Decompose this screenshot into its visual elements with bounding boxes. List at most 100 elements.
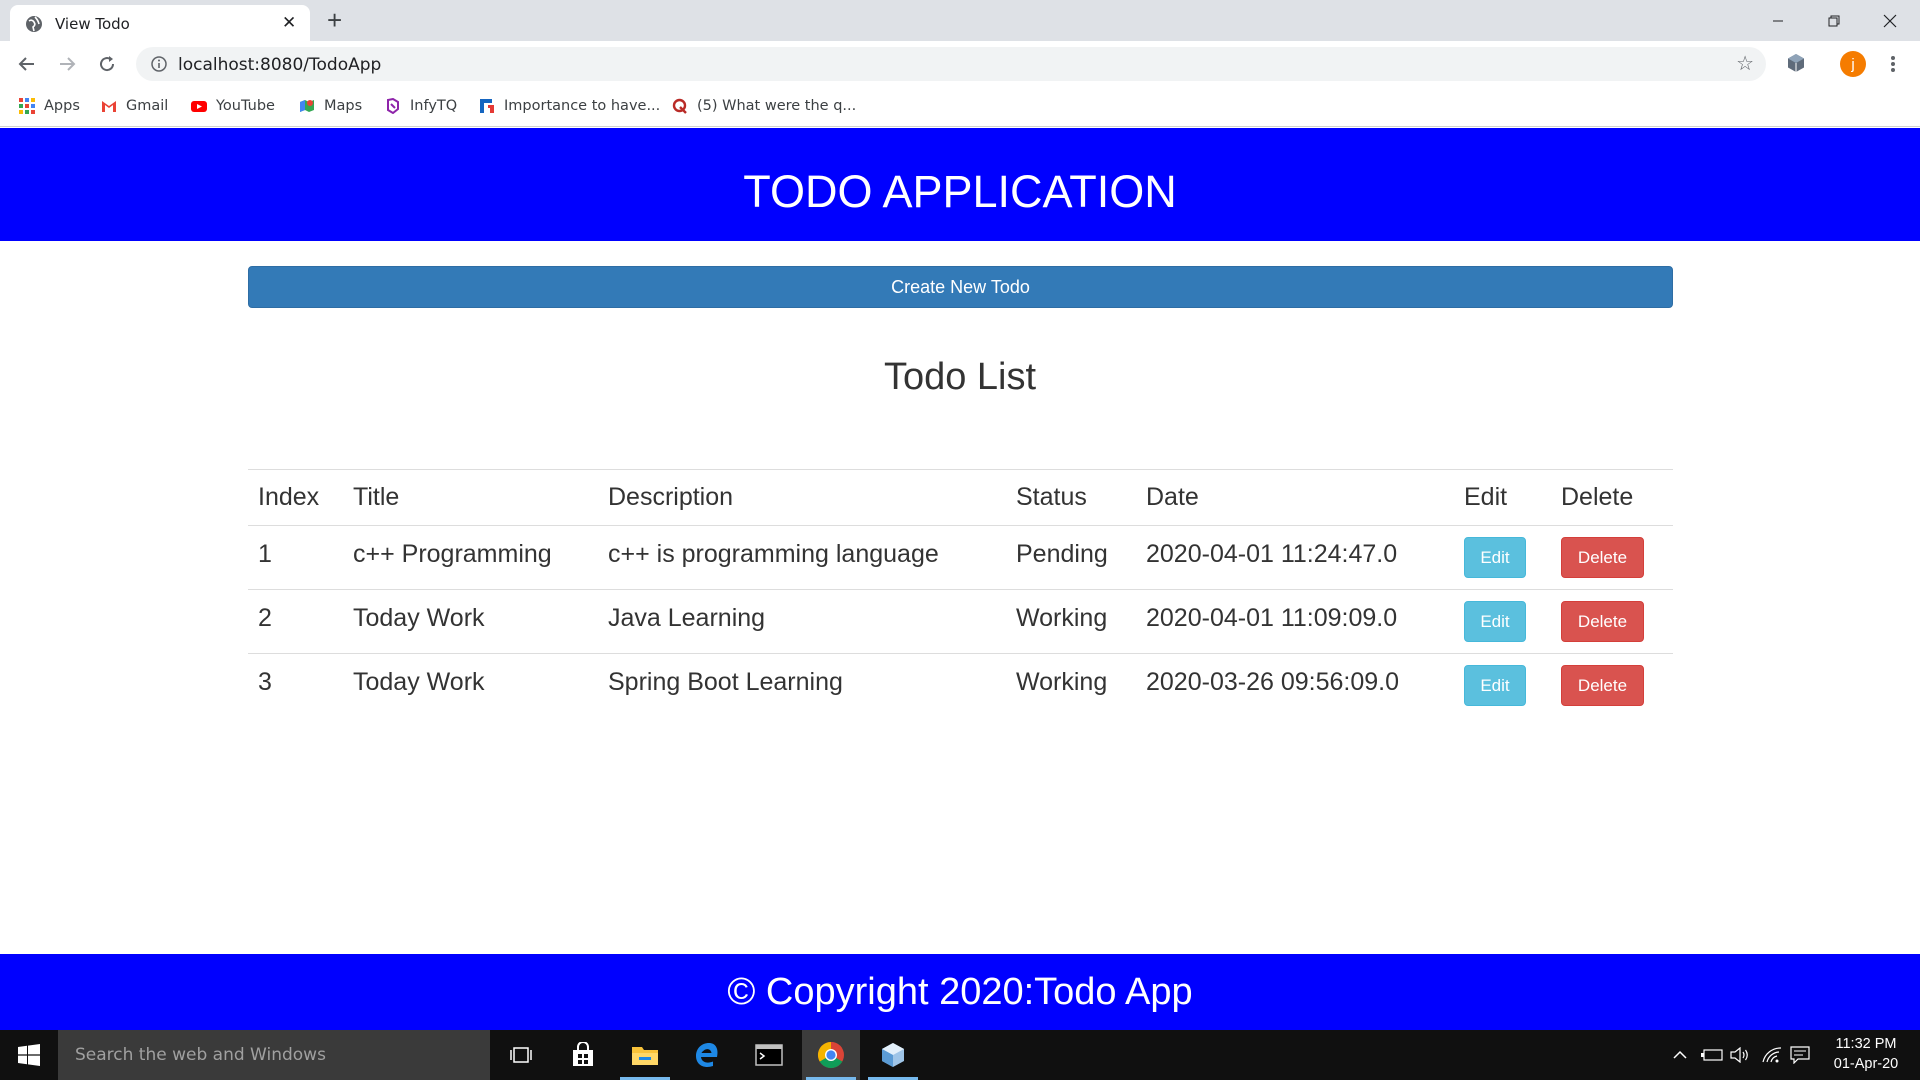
virtualbox-icon[interactable] — [864, 1030, 922, 1080]
quora-icon — [672, 98, 687, 114]
bookmarks-bar: Apps Gmail YouTube Maps InfyTQ Importanc… — [0, 87, 1920, 127]
cell-edit: Edit — [1454, 525, 1551, 590]
todo-table: Index Title Description Status Date Edit… — [248, 469, 1673, 718]
browser-tab[interactable]: View Todo ✕ — [10, 5, 310, 41]
cell-delete: Delete — [1551, 589, 1673, 654]
column-header-edit: Edit — [1454, 469, 1551, 526]
bookmark-label: YouTube — [216, 98, 275, 114]
windows-start-icon[interactable] — [0, 1030, 58, 1080]
cell-date: 2020-03-26 09:56:09.0 — [1136, 653, 1454, 718]
cell-index: 3 — [248, 653, 343, 718]
new-tab-icon[interactable]: + — [327, 6, 342, 34]
battery-icon[interactable] — [1698, 1030, 1726, 1080]
delete-button[interactable]: Delete — [1561, 665, 1644, 707]
bookmark-quora[interactable]: (5) What were the q... — [672, 95, 856, 117]
column-header-date: Date — [1136, 469, 1454, 526]
bookmark-label: Maps — [324, 98, 363, 114]
bookmark-star-icon[interactable]: ☆ — [1736, 54, 1754, 74]
cell-index: 2 — [248, 589, 343, 654]
task-view-icon[interactable] — [492, 1030, 550, 1080]
bookmark-label: InfyTQ — [410, 98, 458, 114]
bookmark-label: Gmail — [126, 98, 169, 114]
cell-status: Pending — [1006, 525, 1136, 590]
create-new-todo-button[interactable]: Create New Todo — [248, 266, 1673, 308]
cell-description: Spring Boot Learning — [598, 653, 1006, 718]
extension-cube-icon[interactable] — [1783, 50, 1809, 76]
bookmark-youtube[interactable]: YouTube — [191, 95, 275, 117]
profile-initial: j — [1851, 55, 1855, 73]
edit-button[interactable]: Edit — [1464, 665, 1526, 707]
url-text: localhost:8080/TodoApp — [178, 55, 382, 75]
cell-edit: Edit — [1454, 589, 1551, 654]
bookmark-infytq[interactable]: InfyTQ — [385, 95, 457, 117]
browser-tabstrip: View Todo ✕ + — [0, 0, 1920, 41]
delete-button[interactable]: Delete — [1561, 537, 1644, 578]
edit-button[interactable]: Edit — [1464, 601, 1526, 642]
minimize-icon[interactable] — [1750, 0, 1806, 41]
column-header-status: Status — [1006, 469, 1136, 526]
column-header-delete: Delete — [1551, 469, 1673, 526]
show-hidden-icons-chevron-icon[interactable] — [1668, 1030, 1692, 1080]
restore-icon[interactable] — [1806, 0, 1862, 41]
cell-description: c++ is programming language — [598, 525, 1006, 590]
browser-toolbar: localhost:8080/TodoApp ☆ j — [0, 41, 1920, 87]
terminal-icon[interactable] — [740, 1030, 798, 1080]
cell-title: c++ Programming — [343, 525, 598, 590]
gmail-icon — [102, 101, 116, 112]
file-explorer-icon[interactable] — [616, 1030, 674, 1080]
taskbar-search-placeholder: Search the web and Windows — [75, 1045, 326, 1065]
menu-kebab-icon[interactable] — [1880, 51, 1906, 77]
address-bar[interactable]: localhost:8080/TodoApp ☆ — [136, 47, 1766, 81]
forward-icon[interactable] — [54, 51, 80, 77]
bookmark-importance[interactable]: Importance to have... — [479, 95, 660, 117]
cell-title: Today Work — [343, 653, 598, 718]
taskbar: Search the web and Windows 11:32 PM 01-A… — [0, 1030, 1920, 1080]
action-center-icon[interactable] — [1786, 1030, 1814, 1080]
taskbar-clock[interactable]: 11:32 PM 01-Apr-20 — [1812, 1034, 1920, 1074]
table-row: 2 Today Work Java Learning Working 2020-… — [248, 589, 1673, 654]
edit-button[interactable]: Edit — [1464, 537, 1526, 578]
taskbar-search-box[interactable]: Search the web and Windows — [58, 1030, 490, 1080]
todo-list-title: Todo List — [883, 356, 1037, 398]
apps-grid-icon — [19, 98, 35, 114]
reload-icon[interactable] — [94, 51, 120, 77]
bookmark-label: (5) What were the q... — [697, 98, 857, 114]
cell-status: Working — [1006, 589, 1136, 654]
column-header-description: Description — [598, 469, 1006, 526]
cell-index: 1 — [248, 525, 343, 590]
bookmark-maps[interactable]: Maps — [299, 95, 362, 117]
youtube-icon — [191, 101, 207, 112]
infytq-icon — [387, 98, 399, 114]
bookmark-apps[interactable]: Apps — [19, 95, 80, 117]
cell-date: 2020-04-01 11:24:47.0 — [1136, 525, 1454, 590]
clock-date: 01-Apr-20 — [1833, 1056, 1899, 1072]
profile-avatar[interactable]: j — [1840, 51, 1866, 77]
close-window-icon[interactable] — [1862, 0, 1918, 41]
delete-button[interactable]: Delete — [1561, 601, 1644, 642]
column-header-index: Index — [248, 469, 343, 526]
close-tab-icon[interactable]: ✕ — [282, 14, 296, 32]
table-row: 3 Today Work Spring Boot Learning Workin… — [248, 653, 1673, 718]
column-header-title: Title — [343, 469, 598, 526]
back-icon[interactable] — [14, 51, 40, 77]
cell-date: 2020-04-01 11:09:09.0 — [1136, 589, 1454, 654]
table-header-row: Index Title Description Status Date Edit… — [248, 469, 1673, 526]
cell-edit: Edit — [1454, 653, 1551, 718]
cell-delete: Delete — [1551, 653, 1673, 718]
volume-icon[interactable] — [1726, 1030, 1754, 1080]
app-header: TODO APPLICATION — [0, 128, 1920, 241]
bookmark-label: Importance to have... — [504, 98, 661, 114]
table-row: 1 c++ Programming c++ is programming lan… — [248, 525, 1673, 590]
bookmark-gmail[interactable]: Gmail — [101, 95, 168, 117]
edge-browser-icon[interactable] — [678, 1030, 736, 1080]
cell-delete: Delete — [1551, 525, 1673, 590]
tab-title: View Todo — [55, 15, 130, 33]
store-icon[interactable] — [554, 1030, 612, 1080]
wifi-icon[interactable] — [1758, 1030, 1786, 1080]
clock-time: 11:32 PM — [1835, 1036, 1897, 1052]
chrome-icon[interactable] — [802, 1030, 860, 1080]
cell-status: Working — [1006, 653, 1136, 718]
app-footer: © Copyright 2020:Todo App — [0, 954, 1920, 1030]
globe-icon — [26, 16, 42, 32]
info-icon[interactable] — [151, 56, 167, 72]
